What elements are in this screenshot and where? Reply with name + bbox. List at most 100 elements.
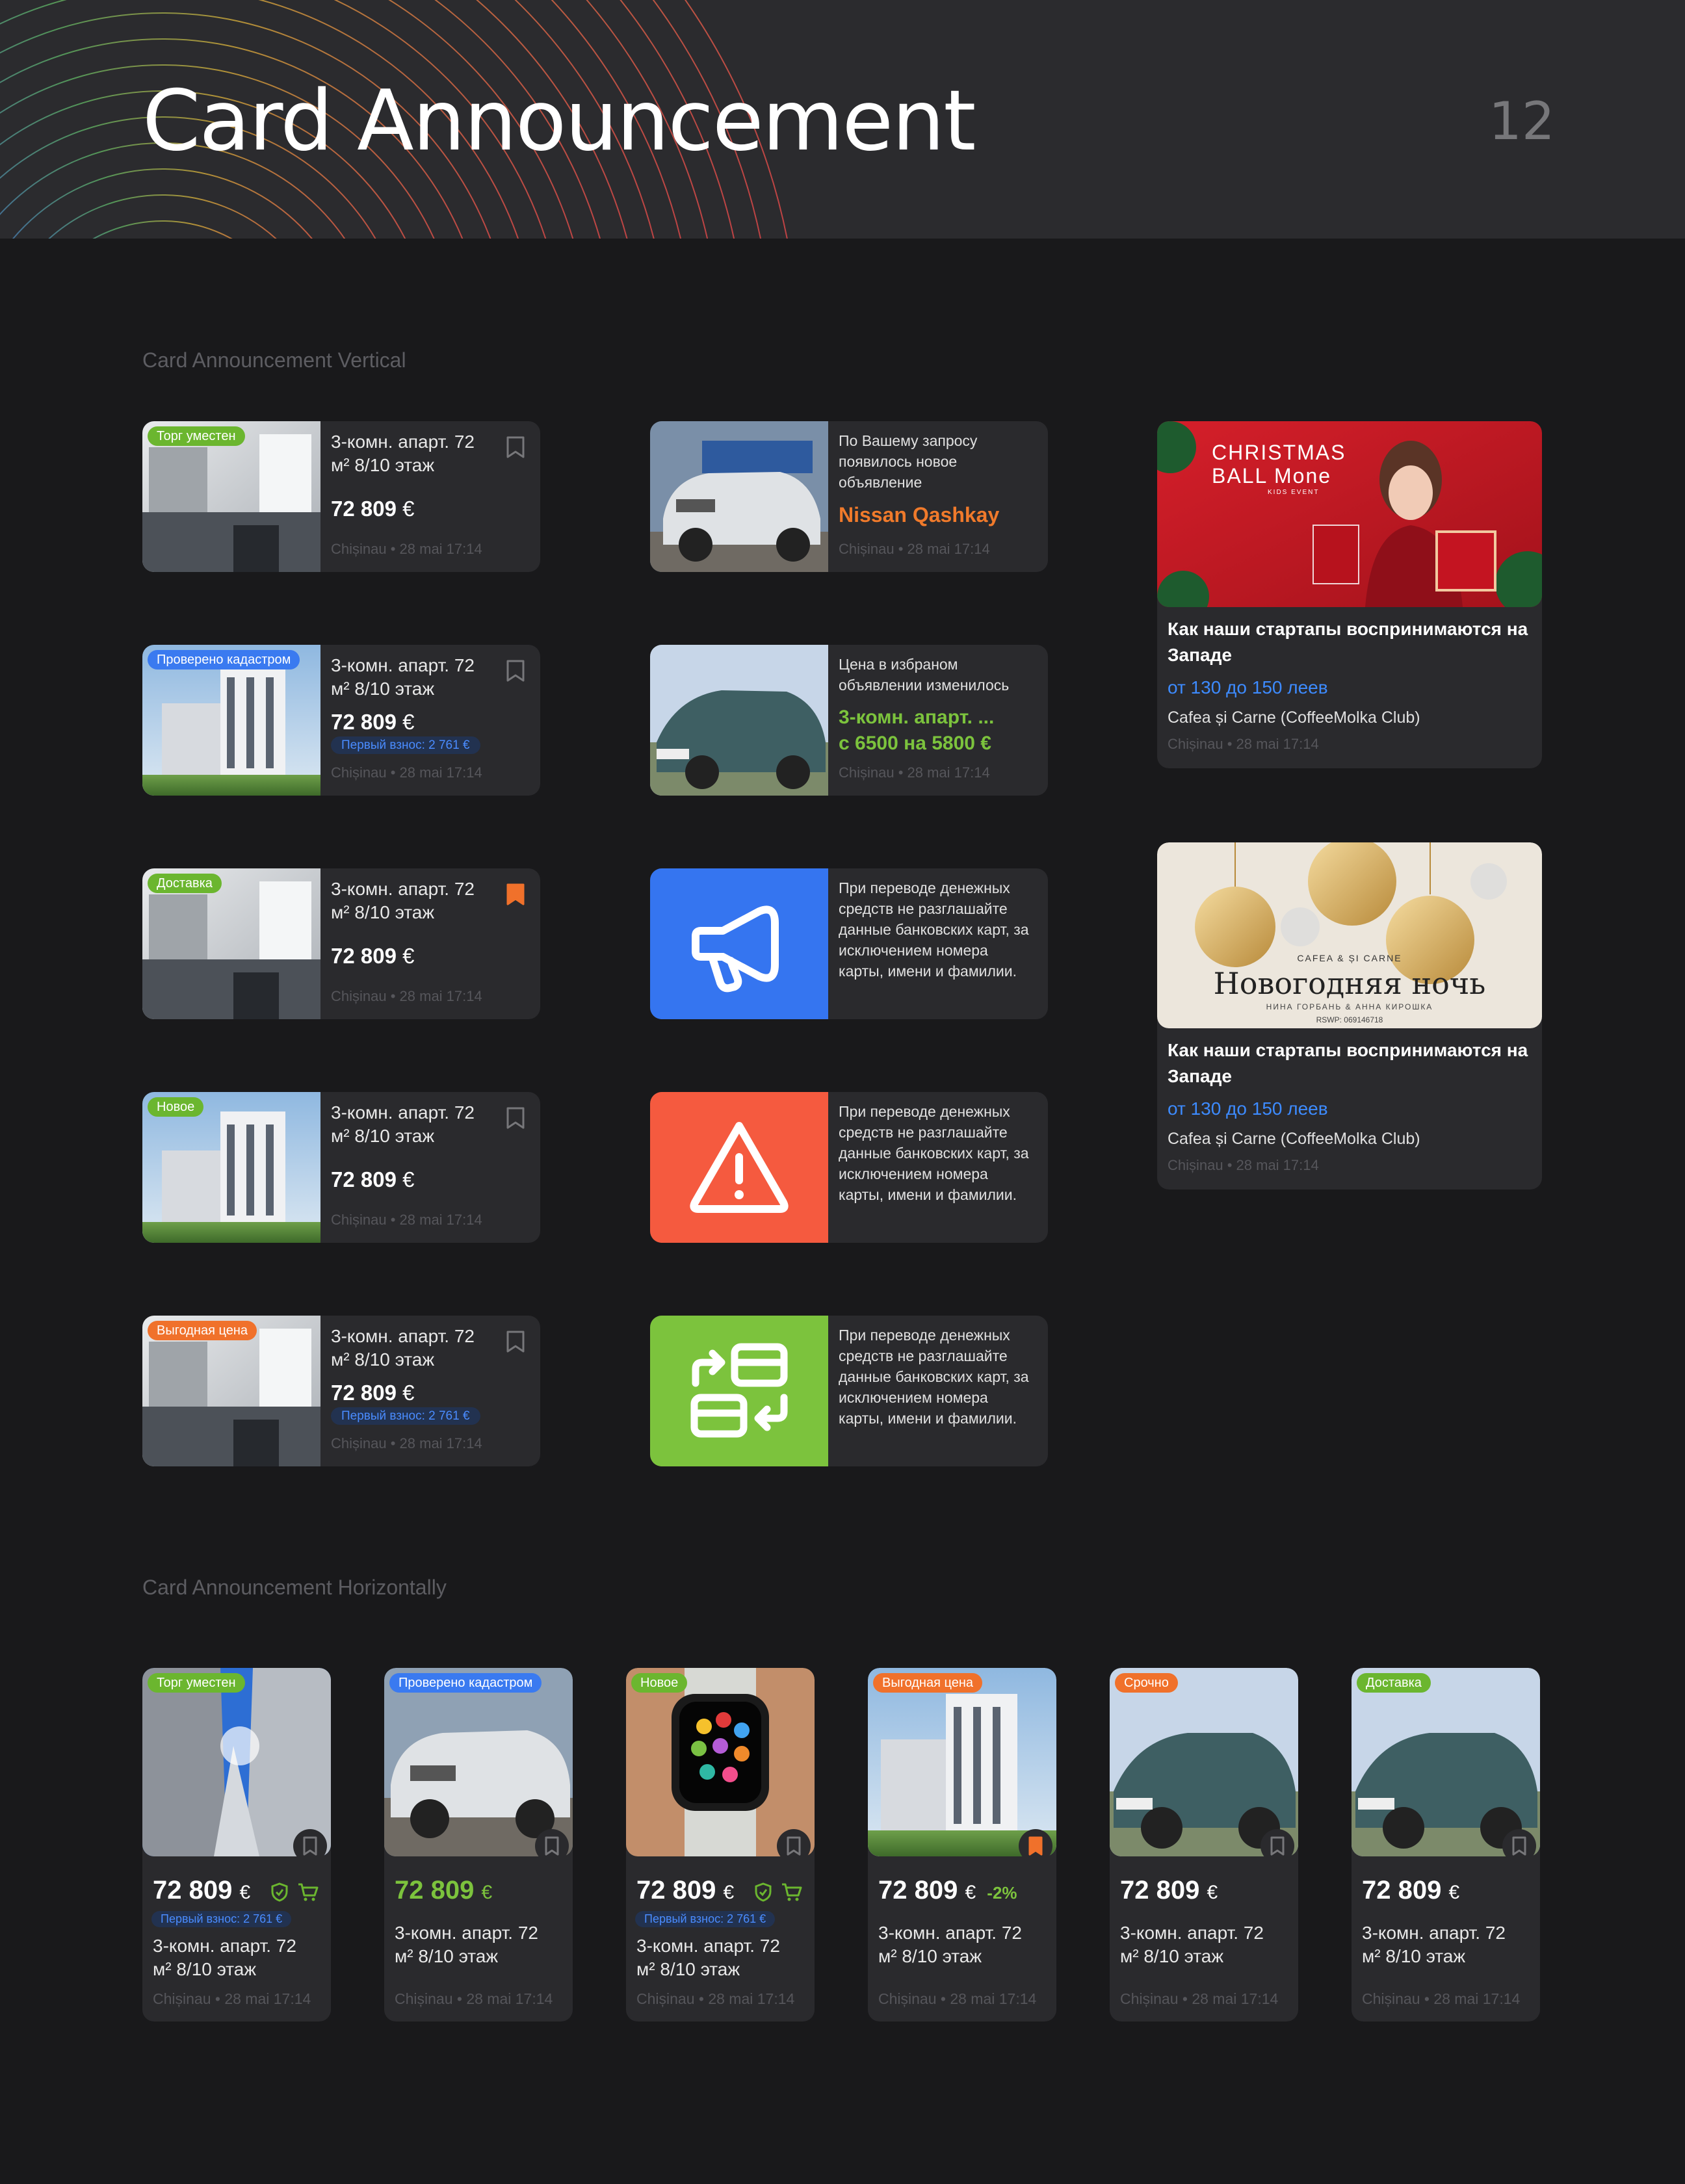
warning-tile [650,1092,828,1243]
card-meta: Chișinau • 28 mai 17:14 [331,1212,482,1228]
card-exchange-tile [650,1316,828,1466]
kitchen-image: Доставка [142,868,320,1019]
bookmark-icon [787,1836,801,1856]
horizontal-card[interactable]: Доставка 72 809 € 3-комн. апарт. 72 м² 8… [1352,1668,1540,2022]
bookmark-icon[interactable] [505,659,526,682]
notification-card[interactable]: При переводе денежных средств не разглаш… [650,1092,1048,1243]
card-title-line-2: м² 8/10 этаж [153,1959,257,1979]
horizontal-card[interactable]: Новое 72 809 € Первый взнос: 2 761 € 3-к… [626,1668,815,2022]
notification-text: При переводе денежных средств не разглаш… [839,879,1029,980]
vertical-card[interactable]: Проверено кадастром 3-комн. апарт. 72 м²… [142,645,540,796]
cart-icon [782,1883,802,1901]
shield-icon [755,1882,772,1902]
section-label-vertical: Card Announcement Vertical [142,348,406,372]
card-meta: Chișinau • 28 mai 17:14 [331,988,482,1004]
card-title-line-1: 3-комн. апарт. 72 [395,1923,538,1943]
vertical-card[interactable]: Новое 3-комн. апарт. 72 м² 8/10 этаж 72 … [142,1092,540,1243]
car-image: Срочно [1110,1668,1298,1856]
shield-icon [271,1882,288,1902]
event-card[interactable]: CHRISTMAS BALL Mone KIDS EVENT Как наши … [1157,421,1542,768]
kitchen-image: Выгодная цена [142,1316,320,1466]
bookmark-button[interactable] [535,1829,569,1863]
car-image [650,421,828,572]
notification-highlight: 3-комн. апарт. ... [839,707,995,728]
badge: Новое [631,1673,688,1693]
kitchen-image: Торг уместен [142,421,320,572]
card-meta: Chișinau • 28 mai 17:14 [839,764,990,781]
badge: Доставка [1357,1673,1431,1693]
bookmark-button[interactable] [1019,1829,1052,1863]
card-meta: Chișinau • 28 mai 17:14 [878,1990,1037,2007]
bookmark-button[interactable] [1502,1829,1536,1863]
card-price: 72 809 € [331,1167,415,1191]
car-image: Проверено кадастром [384,1668,573,1856]
badge: Проверено кадастром [148,650,300,670]
bookmark-icon[interactable] [505,1106,526,1130]
event-image-text: CHRISTMAS [1212,441,1346,464]
bookmark-icon[interactable] [505,1330,526,1353]
vertical-card[interactable]: Выгодная цена 3-комн. апарт. 72 м² 8/10 … [142,1316,540,1466]
card-title-line-1: 3-комн. апарт. 72 [1120,1923,1264,1943]
card-meta: Chișinau • 28 mai 17:14 [153,1990,311,2007]
card-title: 3-комн. апарт. 72 м² 8/10 этаж [331,655,475,699]
card-price: 72 809 € [331,944,415,968]
horizontal-card[interactable]: Проверено кадастром 72 809 € 3-комн. апа… [384,1668,573,2022]
card-price: 72 809 € -2% [878,1876,1017,1904]
down-payment-chip: Первый взнос: 2 761 € [331,736,480,754]
notification-text: Цена в избраном объявлении изменилось [839,656,1010,694]
megaphone-icon [692,905,779,993]
badge: Срочно [1115,1673,1178,1693]
event-card[interactable]: CAFEA & ȘI CARNE Новогодняя ночь НИНА ГО… [1157,842,1542,1190]
card-title-line-2: м² 8/10 этаж [1120,1946,1224,1966]
horizontal-card[interactable]: Срочно 72 809 € 3-комн. апарт. 72 м² 8/1… [1110,1668,1298,2022]
vertical-card[interactable]: Доставка 3-комн. апарт. 72 м² 8/10 этаж … [142,868,540,1019]
building-image: Новое [142,1092,320,1243]
card-meta: Chișinau • 28 mai 17:14 [331,541,482,557]
notification-card[interactable]: По Вашему запросу появилось новое объявл… [650,421,1048,572]
building-image: Торг уместен [142,1668,331,1856]
cart-icon [298,1883,319,1901]
event-image: CHRISTMAS BALL Mone KIDS EVENT [1157,421,1542,607]
bookmark-active-icon [1028,1836,1043,1856]
smartwatch-image: Новое [626,1668,815,1856]
bookmark-icon [303,1836,317,1856]
notification-card[interactable]: Цена в избраном объявлении изменилось 3-… [650,645,1048,796]
card-price: 72 809 € [153,1876,251,1904]
section-label-horizontal: Card Announcement Horizontally [142,1576,447,1599]
bookmark-button[interactable] [777,1829,811,1863]
badge: Торг уместен [148,426,245,446]
event-image-text: RSWP: 069146718 [1316,1015,1383,1024]
bookmark-icon [545,1836,559,1856]
event-image-text: Новогодняя ночь [1213,966,1486,1001]
bookmark-button[interactable] [293,1829,327,1863]
card-price: 72 809 € [395,1876,493,1904]
notification-card[interactable]: При переводе денежных средств не разглаш… [650,868,1048,1019]
bookmark-active-icon[interactable] [505,883,526,906]
card-title-line-1: 3-комн. апарт. 72 [1362,1923,1506,1943]
card-title-line-2: м² 8/10 этаж [878,1946,982,1966]
card-meta: Chișinau • 28 mai 17:14 [636,1990,795,2007]
bookmark-icon [1270,1836,1285,1856]
card-title: 3-комн. апарт. 72 м² 8/10 этаж [331,1326,475,1370]
badge: Проверено кадастром [389,1673,542,1693]
page-number: 12 [1489,91,1555,151]
notification-highlight: Nissan Qashkay [839,503,1000,526]
megaphone-tile [650,868,828,1019]
card-meta: Chișinau • 28 mai 17:14 [839,541,990,557]
vertical-card[interactable]: Торг уместен 3-комн. апарт. 72 м² 8/10 э… [142,421,540,572]
horizontal-card[interactable]: Выгодная цена 72 809 € -2% 3-комн. апарт… [868,1668,1056,2022]
card-title-line-2: м² 8/10 этаж [395,1946,499,1966]
card-price: 72 809 € [1120,1876,1218,1904]
horizontal-card[interactable]: Торг уместен 72 809 € Первый взнос: 2 76… [142,1668,331,2022]
bookmark-button[interactable] [1260,1829,1294,1863]
event-price: от 130 до 150 леев [1168,1098,1328,1119]
card-meta: Chișinau • 28 mai 17:14 [331,764,482,781]
card-title-line-1: 3-комн. апарт. 72 [636,1936,780,1956]
card-title-line-1: 3-комн. апарт. 72 [153,1936,296,1956]
card-price: 72 809 € [636,1876,735,1904]
notification-card[interactable]: При переводе денежных средств не разглаш… [650,1316,1048,1466]
event-venue: Cafea și Carne (CoffeeMolka Club) [1168,1130,1420,1148]
bookmark-icon[interactable] [505,436,526,459]
event-venue: Cafea și Carne (CoffeeMolka Club) [1168,708,1420,727]
badge: Выгодная цена [148,1321,257,1340]
